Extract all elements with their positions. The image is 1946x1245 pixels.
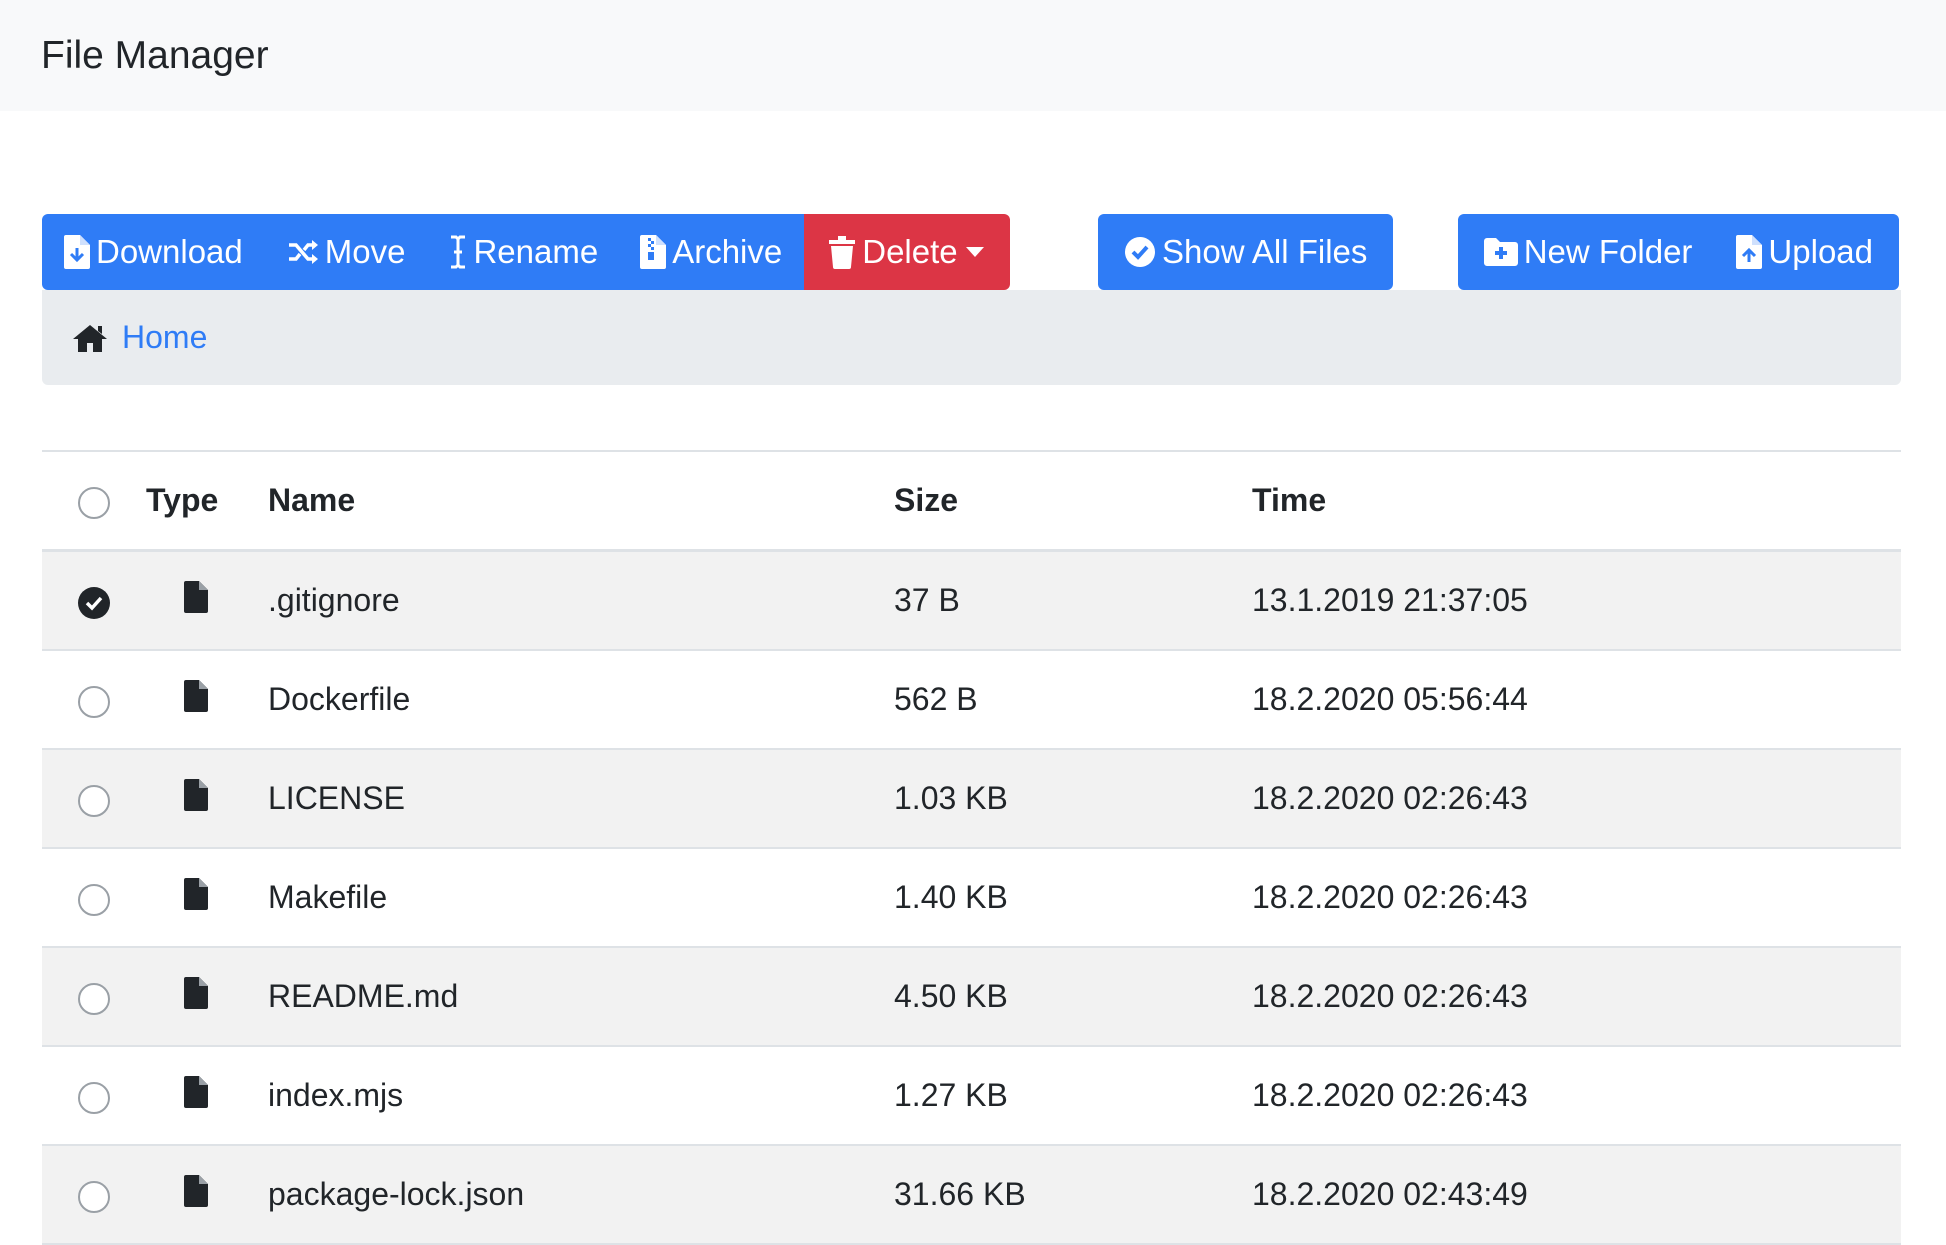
table-row[interactable]: Dockerfile 562 B 18.2.2020 05:56:44 <box>42 650 1901 750</box>
row-select-cell <box>42 1046 146 1146</box>
home-icon[interactable] <box>72 323 108 353</box>
table-row[interactable]: .gitignore 37 B 13.1.2019 21:37:05 <box>42 550 1901 651</box>
row-time: 18.2.2020 02:43:49 <box>1252 1145 1901 1245</box>
row-type-cell <box>146 1046 268 1146</box>
row-size: 31.66 KB <box>894 1145 1252 1245</box>
breadcrumb: Home <box>42 290 1901 385</box>
row-size: 37 B <box>894 550 1252 651</box>
file-icon <box>184 778 208 819</box>
table-row[interactable]: Makefile 1.40 KB 18.2.2020 02:26:43 <box>42 848 1901 948</box>
row-name[interactable]: Dockerfile <box>268 650 894 750</box>
move-button[interactable]: Move <box>264 214 428 290</box>
column-header-time[interactable]: Time <box>1252 450 1901 552</box>
file-icon <box>184 580 208 621</box>
column-header-name[interactable]: Name <box>268 450 894 552</box>
show-all-files-button[interactable]: Show All Files <box>1098 214 1394 290</box>
table-row[interactable]: LICENSE 1.03 KB 18.2.2020 02:26:43 <box>42 749 1901 849</box>
view-actions-group: Show All Files <box>1098 214 1394 290</box>
table-row[interactable]: README.md 4.50 KB 18.2.2020 02:26:43 <box>42 947 1901 1047</box>
file-icon <box>184 679 208 720</box>
row-name[interactable]: index.mjs <box>268 1046 894 1146</box>
file-icon <box>184 1174 208 1215</box>
file-download-icon <box>64 235 90 269</box>
row-select-cell <box>42 650 146 750</box>
folder-plus-icon <box>1483 238 1518 266</box>
trash-icon <box>828 235 856 269</box>
archive-button[interactable]: Archive <box>620 214 805 290</box>
archive-label: Archive <box>672 233 783 270</box>
table-row[interactable]: package-lock.json 31.66 KB 18.2.2020 02:43… <box>42 1145 1901 1245</box>
row-checkbox[interactable] <box>78 1081 110 1114</box>
row-checkbox-checked[interactable] <box>78 586 110 619</box>
rename-button[interactable]: Rename <box>427 214 621 290</box>
row-size: 4.50 KB <box>894 947 1252 1047</box>
file-table: Type Name Size Time .gitignore 37 B 13.1.2… <box>42 450 1901 1245</box>
row-name[interactable]: Makefile <box>268 848 894 948</box>
create-actions-group: New Folder Upload <box>1457 214 1899 290</box>
row-select-cell <box>42 947 146 1047</box>
check-circle-icon <box>1124 236 1156 268</box>
row-type-cell <box>146 749 268 849</box>
row-time: 18.2.2020 02:26:43 <box>1252 947 1901 1047</box>
file-upload-icon <box>1736 235 1763 269</box>
row-time: 18.2.2020 05:56:44 <box>1252 650 1901 750</box>
show-all-files-label: Show All Files <box>1162 233 1368 270</box>
row-type-cell <box>146 650 268 750</box>
table-row[interactable]: index.mjs 1.27 KB 18.2.2020 02:26:43 <box>42 1046 1901 1146</box>
row-select-cell <box>42 550 146 651</box>
row-select-cell <box>42 749 146 849</box>
new-folder-button[interactable]: New Folder <box>1457 214 1715 290</box>
row-checkbox[interactable] <box>78 784 110 817</box>
column-header-size[interactable]: Size <box>894 450 1252 552</box>
table-header-row: Type Name Size Time <box>42 450 1901 552</box>
row-time: 18.2.2020 02:26:43 <box>1252 749 1901 849</box>
row-time: 18.2.2020 02:26:43 <box>1252 1046 1901 1146</box>
file-icon <box>184 976 208 1017</box>
text-cursor-icon <box>449 235 467 269</box>
column-header-type[interactable]: Type <box>146 450 268 552</box>
breadcrumb-item-home[interactable]: Home <box>122 319 207 356</box>
file-icon <box>184 1075 208 1116</box>
row-size: 1.27 KB <box>894 1046 1252 1146</box>
delete-label: Delete <box>862 233 958 270</box>
row-time: 18.2.2020 02:26:43 <box>1252 848 1901 948</box>
app-title[interactable]: File Manager <box>41 34 269 78</box>
row-type-cell <box>146 550 268 651</box>
row-size: 1.03 KB <box>894 749 1252 849</box>
move-label: Move <box>324 233 406 270</box>
row-name[interactable]: .gitignore <box>268 550 894 651</box>
select-all-cell <box>42 450 146 552</box>
row-checkbox[interactable] <box>78 1180 110 1213</box>
toolbar: Download Move Rename Archive Delete Show… <box>42 214 1899 290</box>
file-actions-group: Download Move Rename Archive Delete <box>42 214 1010 290</box>
delete-dropdown-button[interactable]: Delete <box>804 214 1010 290</box>
row-type-cell <box>146 1145 268 1245</box>
download-label: Download <box>96 233 243 270</box>
file-archive-icon <box>640 235 667 269</box>
row-size: 1.40 KB <box>894 848 1252 948</box>
rename-label: Rename <box>473 233 599 270</box>
row-name[interactable]: README.md <box>268 947 894 1047</box>
upload-label: Upload <box>1768 233 1873 270</box>
row-name[interactable]: LICENSE <box>268 749 894 849</box>
row-type-cell <box>146 947 268 1047</box>
row-name[interactable]: package-lock.json <box>268 1145 894 1245</box>
chevron-down-icon <box>965 247 984 257</box>
navbar: File Manager <box>0 0 1946 111</box>
row-size: 562 B <box>894 650 1252 750</box>
row-select-cell <box>42 848 146 948</box>
file-icon <box>184 877 208 918</box>
upload-button[interactable]: Upload <box>1714 214 1899 290</box>
row-checkbox[interactable] <box>78 685 110 718</box>
row-checkbox[interactable] <box>78 982 110 1015</box>
row-time: 13.1.2019 21:37:05 <box>1252 550 1901 651</box>
row-type-cell <box>146 848 268 948</box>
select-all-checkbox[interactable] <box>78 486 110 519</box>
shuffle-icon <box>287 239 319 265</box>
new-folder-label: New Folder <box>1523 233 1693 270</box>
row-checkbox[interactable] <box>78 883 110 916</box>
row-select-cell <box>42 1145 146 1245</box>
download-button[interactable]: Download <box>42 214 265 290</box>
